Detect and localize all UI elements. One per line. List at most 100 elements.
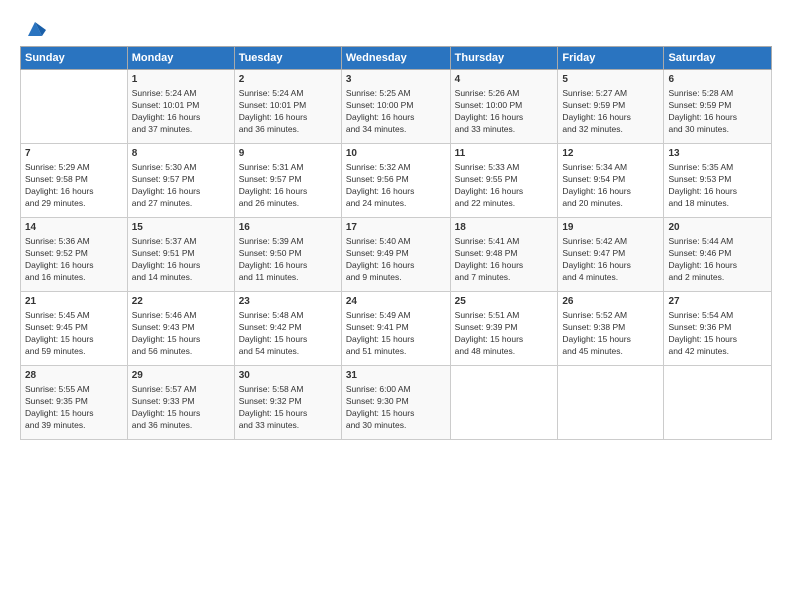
day-info: Daylight: 15 hours (132, 334, 230, 346)
day-info: Sunrise: 5:49 AM (346, 310, 446, 322)
calendar-table: SundayMondayTuesdayWednesdayThursdayFrid… (20, 46, 772, 440)
calendar-week-row-3: 21Sunrise: 5:45 AMSunset: 9:45 PMDayligh… (21, 292, 772, 366)
day-info: Daylight: 15 hours (455, 334, 554, 346)
day-number: 16 (239, 221, 337, 235)
day-info: Daylight: 15 hours (25, 408, 123, 420)
calendar-cell: 17Sunrise: 5:40 AMSunset: 9:49 PMDayligh… (341, 218, 450, 292)
day-info: Sunset: 9:49 PM (346, 248, 446, 260)
calendar-cell: 15Sunrise: 5:37 AMSunset: 9:51 PMDayligh… (127, 218, 234, 292)
day-info: Sunset: 9:32 PM (239, 396, 337, 408)
day-info: Sunrise: 5:44 AM (668, 236, 767, 248)
calendar-cell: 13Sunrise: 5:35 AMSunset: 9:53 PMDayligh… (664, 144, 772, 218)
day-info: Sunset: 10:01 PM (239, 100, 337, 112)
day-info: and 54 minutes. (239, 346, 337, 358)
day-info: Sunset: 10:00 PM (455, 100, 554, 112)
day-info: Sunrise: 5:39 AM (239, 236, 337, 248)
day-number: 29 (132, 369, 230, 383)
calendar-cell: 2Sunrise: 5:24 AMSunset: 10:01 PMDayligh… (234, 70, 341, 144)
day-info: and 9 minutes. (346, 272, 446, 284)
day-info: Sunrise: 5:24 AM (132, 88, 230, 100)
day-info: Daylight: 16 hours (346, 112, 446, 124)
day-number: 22 (132, 295, 230, 309)
calendar-week-row-1: 7Sunrise: 5:29 AMSunset: 9:58 PMDaylight… (21, 144, 772, 218)
day-info: Sunrise: 5:57 AM (132, 384, 230, 396)
calendar-cell: 5Sunrise: 5:27 AMSunset: 9:59 PMDaylight… (558, 70, 664, 144)
day-info: and 51 minutes. (346, 346, 446, 358)
day-info: and 56 minutes. (132, 346, 230, 358)
day-number: 7 (25, 147, 123, 161)
day-info: Daylight: 16 hours (132, 260, 230, 272)
day-info: Sunrise: 5:33 AM (455, 162, 554, 174)
day-number: 9 (239, 147, 337, 161)
calendar-cell: 8Sunrise: 5:30 AMSunset: 9:57 PMDaylight… (127, 144, 234, 218)
calendar-header-thursday: Thursday (450, 47, 558, 70)
calendar-cell: 3Sunrise: 5:25 AMSunset: 10:00 PMDayligh… (341, 70, 450, 144)
day-info: Sunset: 9:51 PM (132, 248, 230, 260)
day-number: 18 (455, 221, 554, 235)
calendar-cell: 31Sunrise: 6:00 AMSunset: 9:30 PMDayligh… (341, 366, 450, 440)
day-info: Sunset: 10:01 PM (132, 100, 230, 112)
day-info: Daylight: 15 hours (239, 334, 337, 346)
day-info: and 11 minutes. (239, 272, 337, 284)
day-info: Sunset: 9:30 PM (346, 396, 446, 408)
day-info: Daylight: 16 hours (455, 186, 554, 198)
day-number: 12 (562, 147, 659, 161)
day-info: and 14 minutes. (132, 272, 230, 284)
calendar-cell: 25Sunrise: 5:51 AMSunset: 9:39 PMDayligh… (450, 292, 558, 366)
day-info: Sunrise: 5:42 AM (562, 236, 659, 248)
day-info: Daylight: 16 hours (668, 260, 767, 272)
calendar-header-tuesday: Tuesday (234, 47, 341, 70)
day-info: and 33 minutes. (239, 420, 337, 432)
calendar-cell: 1Sunrise: 5:24 AMSunset: 10:01 PMDayligh… (127, 70, 234, 144)
calendar-header-monday: Monday (127, 47, 234, 70)
calendar-cell: 4Sunrise: 5:26 AMSunset: 10:00 PMDayligh… (450, 70, 558, 144)
day-number: 19 (562, 221, 659, 235)
calendar-header-friday: Friday (558, 47, 664, 70)
day-info: and 37 minutes. (132, 124, 230, 136)
day-info: Daylight: 15 hours (239, 408, 337, 420)
day-info: Sunset: 9:57 PM (132, 174, 230, 186)
day-info: Sunrise: 5:28 AM (668, 88, 767, 100)
calendar-cell: 10Sunrise: 5:32 AMSunset: 9:56 PMDayligh… (341, 144, 450, 218)
day-info: Sunset: 9:59 PM (562, 100, 659, 112)
day-info: and 39 minutes. (25, 420, 123, 432)
day-info: Daylight: 16 hours (25, 186, 123, 198)
day-number: 6 (668, 73, 767, 87)
day-info: Daylight: 16 hours (132, 112, 230, 124)
day-info: Sunset: 9:56 PM (346, 174, 446, 186)
day-info: Sunrise: 5:46 AM (132, 310, 230, 322)
day-number: 26 (562, 295, 659, 309)
day-info: and 42 minutes. (668, 346, 767, 358)
calendar-cell: 16Sunrise: 5:39 AMSunset: 9:50 PMDayligh… (234, 218, 341, 292)
day-info: Daylight: 16 hours (346, 260, 446, 272)
day-info: Sunset: 9:48 PM (455, 248, 554, 260)
day-info: Sunrise: 5:36 AM (25, 236, 123, 248)
day-info: Sunset: 9:35 PM (25, 396, 123, 408)
day-info: Daylight: 15 hours (25, 334, 123, 346)
day-number: 14 (25, 221, 123, 235)
day-info: Sunset: 9:38 PM (562, 322, 659, 334)
logo-icon (24, 18, 46, 40)
day-info: Sunrise: 5:29 AM (25, 162, 123, 174)
calendar-cell: 9Sunrise: 5:31 AMSunset: 9:57 PMDaylight… (234, 144, 341, 218)
day-info: Sunrise: 5:37 AM (132, 236, 230, 248)
day-info: Daylight: 16 hours (346, 186, 446, 198)
calendar-cell (21, 70, 128, 144)
day-info: and 7 minutes. (455, 272, 554, 284)
page-header (20, 18, 772, 40)
day-info: Sunrise: 5:24 AM (239, 88, 337, 100)
calendar-cell: 6Sunrise: 5:28 AMSunset: 9:59 PMDaylight… (664, 70, 772, 144)
day-info: Daylight: 16 hours (668, 186, 767, 198)
day-info: Daylight: 16 hours (132, 186, 230, 198)
day-info: and 34 minutes. (346, 124, 446, 136)
day-info: Sunrise: 5:40 AM (346, 236, 446, 248)
day-number: 8 (132, 147, 230, 161)
day-number: 15 (132, 221, 230, 235)
day-info: Daylight: 16 hours (239, 186, 337, 198)
day-info: and 4 minutes. (562, 272, 659, 284)
day-info: and 22 minutes. (455, 198, 554, 210)
calendar-cell: 23Sunrise: 5:48 AMSunset: 9:42 PMDayligh… (234, 292, 341, 366)
day-info: Sunrise: 5:41 AM (455, 236, 554, 248)
day-number: 25 (455, 295, 554, 309)
day-info: Sunset: 9:43 PM (132, 322, 230, 334)
